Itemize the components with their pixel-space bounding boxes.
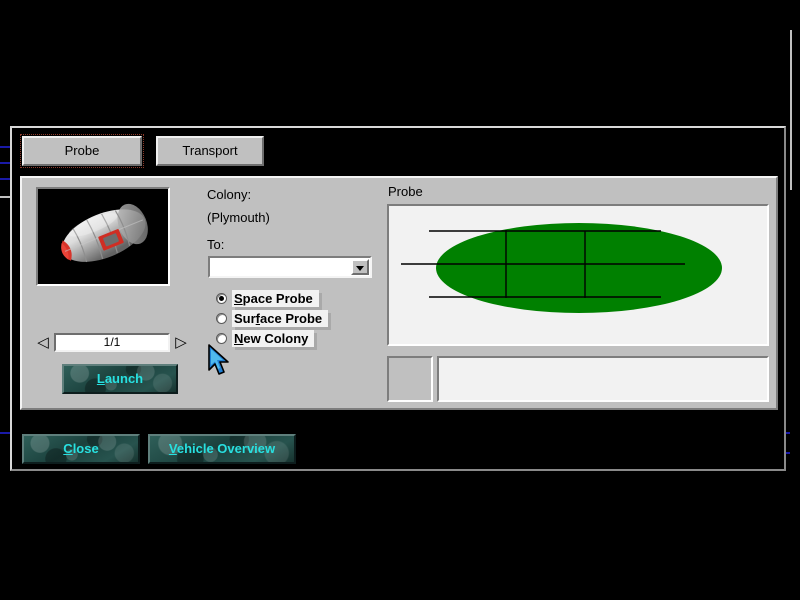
vehicle-overview-accel: V — [169, 441, 177, 456]
tab-transport[interactable]: Transport — [156, 136, 264, 166]
radio-indicator-icon[interactable] — [216, 293, 227, 304]
tab-strip: Probe Transport — [10, 126, 260, 170]
decorative-line — [790, 30, 792, 190]
radio-surface-probe-label: Surface Probe — [232, 310, 328, 327]
vehicle-overview-label: ehicle Overview — [177, 441, 275, 456]
probe-dialog: ◁ 1/1 ▷ Launch Colony: (Plymouth) To: — [10, 126, 786, 471]
probe-detail-row — [387, 356, 769, 404]
radio-new-colony[interactable]: New Colony — [208, 329, 348, 349]
destination-combobox[interactable] — [208, 256, 372, 278]
page-indicator-field[interactable]: 1/1 — [54, 333, 170, 352]
radio-new-colony-label: New Colony — [232, 330, 314, 347]
radio-indicator-icon[interactable] — [216, 333, 227, 344]
probe-diagram-view[interactable] — [387, 204, 769, 346]
to-label: To: — [207, 237, 224, 252]
dialog-content-panel: ◁ 1/1 ▷ Launch Colony: (Plymouth) To: — [20, 176, 778, 410]
probe-type-radio-group: Space Probe Surface Probe New Colony — [208, 289, 348, 351]
spacecraft-thumbnail[interactable] — [36, 187, 170, 286]
probe-groupbox: Probe — [384, 182, 772, 408]
colony-value: (Plymouth) — [207, 210, 270, 225]
probe-groupbox-label: Probe — [388, 184, 423, 199]
close-accel: C — [63, 441, 72, 456]
close-button[interactable]: Close — [22, 434, 140, 464]
desktop-background: ◁ 1/1 ▷ Launch Colony: (Plymouth) To: — [0, 0, 800, 600]
radio-surface-probe[interactable]: Surface Probe — [208, 309, 348, 329]
decorative-line — [0, 196, 10, 198]
radio-space-probe-label: Space Probe — [232, 290, 319, 307]
launch-label: aunch — [105, 371, 143, 386]
probe-icon-box[interactable] — [387, 356, 433, 402]
chevron-down-icon[interactable] — [351, 259, 369, 275]
radio-indicator-icon[interactable] — [216, 313, 227, 324]
colony-label: Colony: — [207, 187, 251, 202]
launch-button[interactable]: Launch — [62, 364, 178, 394]
close-label: lose — [73, 441, 99, 456]
page-navigator: ◁ 1/1 ▷ — [36, 333, 188, 353]
previous-arrow-icon[interactable]: ◁ — [36, 333, 50, 353]
probe-diagram — [389, 206, 767, 344]
tab-probe[interactable]: Probe — [22, 136, 142, 166]
probe-list-box[interactable] — [437, 356, 769, 402]
decorative-line — [0, 178, 10, 180]
vehicle-overview-button[interactable]: Vehicle Overview — [148, 434, 296, 464]
spacecraft-image — [38, 189, 168, 284]
launch-accel: L — [97, 371, 105, 386]
next-arrow-icon[interactable]: ▷ — [174, 333, 188, 353]
radio-space-probe[interactable]: Space Probe — [208, 289, 348, 309]
